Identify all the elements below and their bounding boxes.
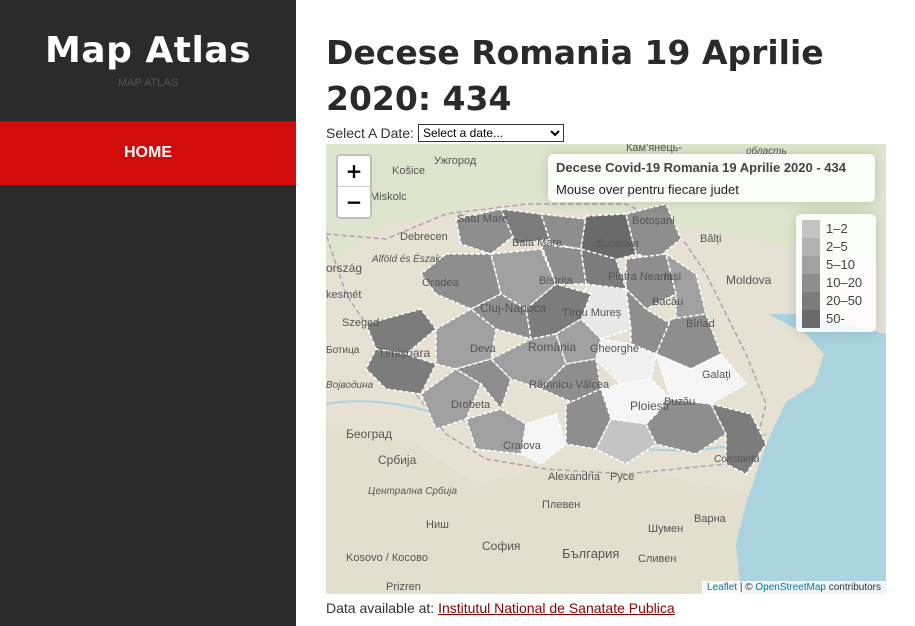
label-deva: Deva [470, 343, 497, 355]
osm-link[interactable]: OpenStreetMap [755, 582, 826, 593]
legend-swatch [802, 292, 820, 310]
legend-item: 1–2 [802, 220, 848, 238]
label-kesmet: kesmét [326, 289, 361, 301]
label-satu-mare: Satu Mare [457, 213, 508, 225]
legend-swatch [802, 310, 820, 328]
label-bacau: Bacău [652, 296, 683, 308]
info-box: Decese Covid-19 Romania 19 Aprilie 2020 … [548, 154, 875, 202]
label-ruse: Русе [610, 471, 634, 483]
label-constanta: Constanța [714, 454, 760, 465]
label-galati: Galați [702, 369, 731, 381]
date-select[interactable]: Select a date... [417, 124, 564, 142]
info-subtitle: Mouse over pentru fiecare judet [556, 182, 739, 197]
source-prefix: Data available at: [326, 600, 435, 616]
legend-item: 5–10 [802, 256, 855, 274]
info-title: Decese Covid-19 Romania 19 Aprilie 2020 … [556, 160, 846, 175]
label-alfold: Alföld és Észak [371, 252, 441, 265]
label-birlad: Bîrlad [686, 318, 715, 330]
label-cluj: Cluj-Napoca [480, 301, 546, 315]
label-orszag: ország [326, 261, 362, 275]
leaflet-link[interactable]: Leaflet [707, 582, 737, 593]
label-beograd: Београд [346, 427, 392, 441]
date-label: Select A Date: [326, 125, 414, 141]
label-debrecen: Debrecen [400, 231, 448, 243]
legend-label: 5–10 [826, 257, 855, 272]
legend: 1–2 2–5 5–10 10–20 20–50 50- [796, 214, 876, 332]
legend-label: 10–20 [826, 275, 863, 290]
label-miskolc: Miskolc [370, 191, 407, 203]
data-source: Data available at: Institutul National d… [326, 600, 675, 616]
label-ploiesti: Ploiești [630, 399, 669, 413]
label-piatra: Piatra Neamț [608, 271, 672, 283]
label-buzau: Buzău [664, 396, 695, 408]
label-timisoara: Timișoara [378, 346, 431, 360]
date-selector-row: Select A Date: Select a date... [326, 124, 564, 142]
label-sofia: София [482, 539, 520, 553]
legend-label: 2–5 [826, 239, 848, 254]
label-botica: Ботица [326, 345, 360, 356]
label-alexandria: Alexandria [548, 471, 601, 483]
map[interactable]: Ужгород Кам'янець- область Košice Miskol… [326, 144, 886, 594]
map-base-layer: Ужгород Кам'янець- область Košice Miskol… [326, 144, 886, 594]
legend-item: 2–5 [802, 238, 848, 256]
label-romania: România [528, 340, 576, 354]
label-nis: Ниш [426, 519, 449, 531]
nav-home-link[interactable]: HOME [0, 121, 296, 185]
zoom-in-button[interactable]: + [338, 156, 370, 186]
label-shumen: Шумен [648, 523, 683, 535]
label-szeged: Szeged [342, 317, 379, 329]
sidebar: Map Atlas MAP ATLAS HOME [0, 0, 296, 626]
label-uzhgorod: Ужгород [434, 155, 477, 167]
label-srbija: Србија [378, 453, 417, 467]
label-varna: Варна [694, 513, 727, 525]
legend-label: 50- [826, 311, 845, 326]
legend-label: 1–2 [826, 221, 848, 236]
legend-swatch [802, 238, 820, 256]
page-title: Decese Romania 19 Aprilie 2020: 434 [326, 33, 824, 118]
legend-swatch [802, 256, 820, 274]
label-baia-mare: Baia Mare [512, 237, 562, 249]
label-craiova: Craiova [503, 440, 542, 452]
label-kosice: Košice [392, 165, 425, 177]
label-iasi: Iași [664, 271, 681, 283]
label-prizren: Prizren [386, 581, 421, 593]
label-tirgu-mures: Tîrgu Mureș [562, 307, 622, 319]
zoom-out-button[interactable]: − [338, 186, 370, 217]
attribution-separator: | © [737, 582, 756, 593]
label-drobeta: Drobeta [451, 399, 491, 411]
source-link[interactable]: Institutul National de Sanatate Publica [438, 600, 675, 616]
legend-item: 10–20 [802, 274, 862, 292]
zoom-control: + − [336, 154, 372, 219]
label-pleven: Плевен [542, 499, 580, 511]
label-centralna: Централна Србија [368, 485, 457, 497]
label-bistrita: Bistrița [539, 275, 574, 287]
label-balti: Bălți [700, 233, 721, 245]
label-moldova: Moldova [726, 273, 772, 287]
label-kamianets: Кам'янець- [626, 144, 682, 154]
label-bulgaria: България [562, 546, 619, 561]
brand-title[interactable]: Map Atlas [0, 30, 296, 71]
label-ramnicu: Râmnicu Vâlcea [529, 379, 610, 391]
legend-swatch [802, 220, 820, 238]
legend-label: 20–50 [826, 293, 863, 308]
legend-item: 20–50 [802, 292, 862, 310]
label-botosani: Botoșani [632, 215, 675, 227]
brand-subtitle: MAP ATLAS [117, 77, 179, 89]
label-suceava: Suceava [596, 238, 639, 250]
label-sf-gheorghe: Gheorghe [590, 343, 639, 355]
legend-swatch [802, 274, 820, 292]
label-kosovo: Kosovo / Косово [346, 552, 428, 564]
map-attribution: Leaflet | © OpenStreetMap contributors [702, 581, 886, 594]
attribution-suffix: contributors [825, 582, 881, 593]
label-sliven: Сливен [638, 553, 676, 565]
label-oradea: Oradea [422, 277, 460, 289]
legend-item: 50- [802, 310, 845, 328]
label-vojvodina: Војводина [326, 380, 374, 391]
